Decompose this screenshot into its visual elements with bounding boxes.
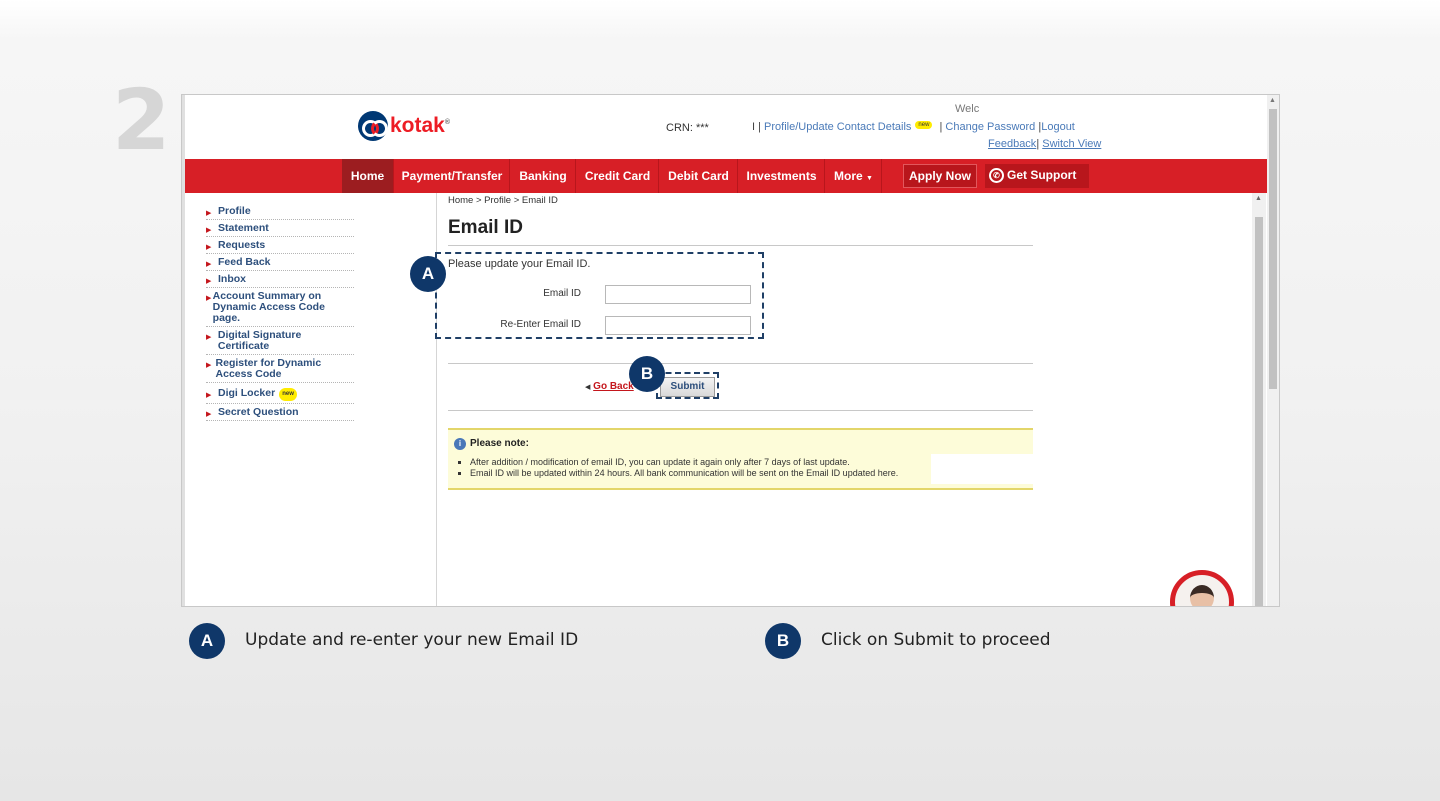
sidebar-item-label: Account Summary on Dynamic Access Code p… (212, 290, 325, 324)
new-badge: new (915, 121, 933, 129)
note-box: iPlease note: After addition / modificat… (448, 428, 1033, 490)
sidebar-item-requests[interactable]: ▶ Requests (206, 237, 354, 254)
nav-home[interactable]: Home (342, 159, 394, 193)
sidebar-item-label: Register for Dynamic Access Code (215, 357, 322, 380)
welcome-text: Welc (955, 103, 980, 115)
page-title: Email ID (448, 217, 523, 238)
scroll-up-icon[interactable]: ▲ (1269, 97, 1276, 104)
avatar-face-icon (1190, 585, 1214, 606)
step-number: 2 (112, 71, 171, 169)
go-back-link[interactable]: Go Back (593, 381, 634, 392)
button-divider (448, 410, 1033, 411)
arrow-right-icon: ▶ (206, 278, 212, 285)
chevron-down-icon: ▼ (866, 175, 873, 182)
arrow-right-icon: ▶ (206, 295, 212, 302)
sidebar-item-secret-question[interactable]: ▶ Secret Question (206, 404, 354, 421)
crn-text: CRN: *** (666, 122, 709, 134)
sub-links: Feedback| Switch View (988, 138, 1102, 150)
switch-view-link[interactable]: Switch View (1042, 138, 1101, 150)
crn-separator: I | (752, 121, 761, 133)
arrow-right-icon: ▶ (206, 392, 212, 399)
title-divider (448, 245, 1033, 246)
info-icon: i (454, 438, 466, 450)
support-avatar[interactable] (1170, 570, 1234, 606)
sidebar-item-label: Digi Locker new (218, 388, 301, 401)
nav-banking[interactable]: Banking (511, 159, 576, 193)
get-support-button[interactable]: ✆ Get Support (985, 164, 1089, 188)
nav-more[interactable]: More ▼ (826, 159, 882, 193)
main-navbar: Home Payment/Transfer Banking Credit Car… (185, 159, 1267, 193)
logout-link[interactable]: Logout (1041, 121, 1075, 133)
sidebar-item-inbox[interactable]: ▶ Inbox (206, 271, 354, 288)
note-title: i Please note: (454, 438, 529, 450)
top-links: I | Profile/Update Contact Details new | … (752, 121, 1075, 133)
nav-investments[interactable]: Investments (739, 159, 825, 193)
sidebar-item-label: Feed Back (218, 256, 271, 268)
browser-screenshot-frame: kotak® Welc CRN: *** I | Profile/Update … (181, 94, 1280, 607)
arrow-right-icon: ▶ (206, 411, 212, 418)
note-item: After addition / modification of email I… (470, 457, 898, 468)
arrow-right-icon: ▶ (206, 227, 212, 234)
nav-debit-card[interactable]: Debit Card (660, 159, 738, 193)
note-blank-area (931, 454, 1033, 484)
arrow-right-icon: ▶ (206, 261, 212, 268)
sidebar-item-label: Statement (218, 222, 269, 234)
sidebar-item-feedback[interactable]: ▶ Feed Back (206, 254, 354, 271)
apply-now-button[interactable]: Apply Now (903, 164, 977, 188)
feedback-link[interactable]: Feedback (988, 138, 1036, 150)
scroll-up-icon[interactable]: ▲ (1255, 195, 1262, 202)
form-divider (448, 363, 1033, 364)
sidebar-item-label: Inbox (218, 273, 246, 285)
sidebar-item-account-summary[interactable]: ▶ Account Summary on Dynamic Access Code … (206, 288, 354, 327)
sidebar-item-register-dac[interactable]: ▶ Register for Dynamic Access Code (206, 355, 354, 383)
caption-b-text: Click on Submit to proceed (821, 630, 1051, 650)
sidebar-item-digi-locker[interactable]: ▶ Digi Locker new (206, 383, 354, 404)
note-list: After addition / modification of email I… (470, 457, 898, 479)
sidebar-item-digital-signature[interactable]: ▶ Digital Signature Certificate (206, 327, 354, 355)
nav-credit-card[interactable]: Credit Card (577, 159, 659, 193)
kotak-logo-icon (358, 111, 388, 141)
highlight-box-a (435, 252, 764, 339)
arrow-right-icon: ▶ (206, 334, 212, 341)
sidebar-item-label: Secret Question (218, 406, 299, 418)
arrow-right-icon: ▶ (206, 210, 212, 217)
sidebar-item-statement[interactable]: ▶ Statement (206, 220, 354, 237)
caption-marker-a: A (189, 623, 225, 659)
content-scrollbar[interactable]: ▲ (1252, 193, 1266, 606)
arrow-right-icon: ▶ (206, 244, 212, 251)
marker-b: B (629, 356, 665, 392)
phone-icon: ✆ (989, 168, 1004, 184)
nav-payment-transfer[interactable]: Payment/Transfer (395, 159, 510, 193)
go-back: ◀ Go Back (585, 381, 634, 392)
sidebar-item-profile[interactable]: ▶ Profile (206, 203, 354, 220)
sidebar-item-label: Requests (218, 239, 266, 251)
get-support-label: Get Support (1007, 168, 1077, 182)
caption-a-text: Update and re-enter your new Email ID (245, 630, 579, 650)
page-scrollbar[interactable]: ▲ (1267, 95, 1279, 606)
nav-more-label: More (834, 169, 863, 183)
note-item: Email ID will be updated within 24 hours… (470, 468, 898, 479)
content-scroll-thumb[interactable] (1255, 217, 1263, 606)
highlight-box-b (656, 372, 719, 399)
sidebar-item-label: Profile (218, 205, 251, 217)
sidebar-item-label: Digital Signature Certificate (217, 329, 302, 352)
page-scroll-thumb[interactable] (1269, 109, 1277, 389)
profile-update-link[interactable]: Profile/Update Contact Details (764, 121, 911, 133)
sidebar: ▶ Profile ▶ Statement ▶ Requests ▶ Feed Back… (206, 203, 354, 421)
arrow-right-icon: ▶ (206, 362, 212, 369)
change-password-link[interactable]: Change Password (945, 121, 1035, 133)
marker-a: A (410, 256, 446, 292)
logo-text: kotak® (390, 114, 451, 137)
caption-marker-b: B (765, 623, 801, 659)
new-badge: new (279, 388, 297, 401)
kotak-logo[interactable]: kotak® (358, 111, 450, 141)
arrow-left-icon: ◀ (585, 384, 591, 391)
breadcrumb: Home > Profile > Email ID (448, 195, 558, 206)
